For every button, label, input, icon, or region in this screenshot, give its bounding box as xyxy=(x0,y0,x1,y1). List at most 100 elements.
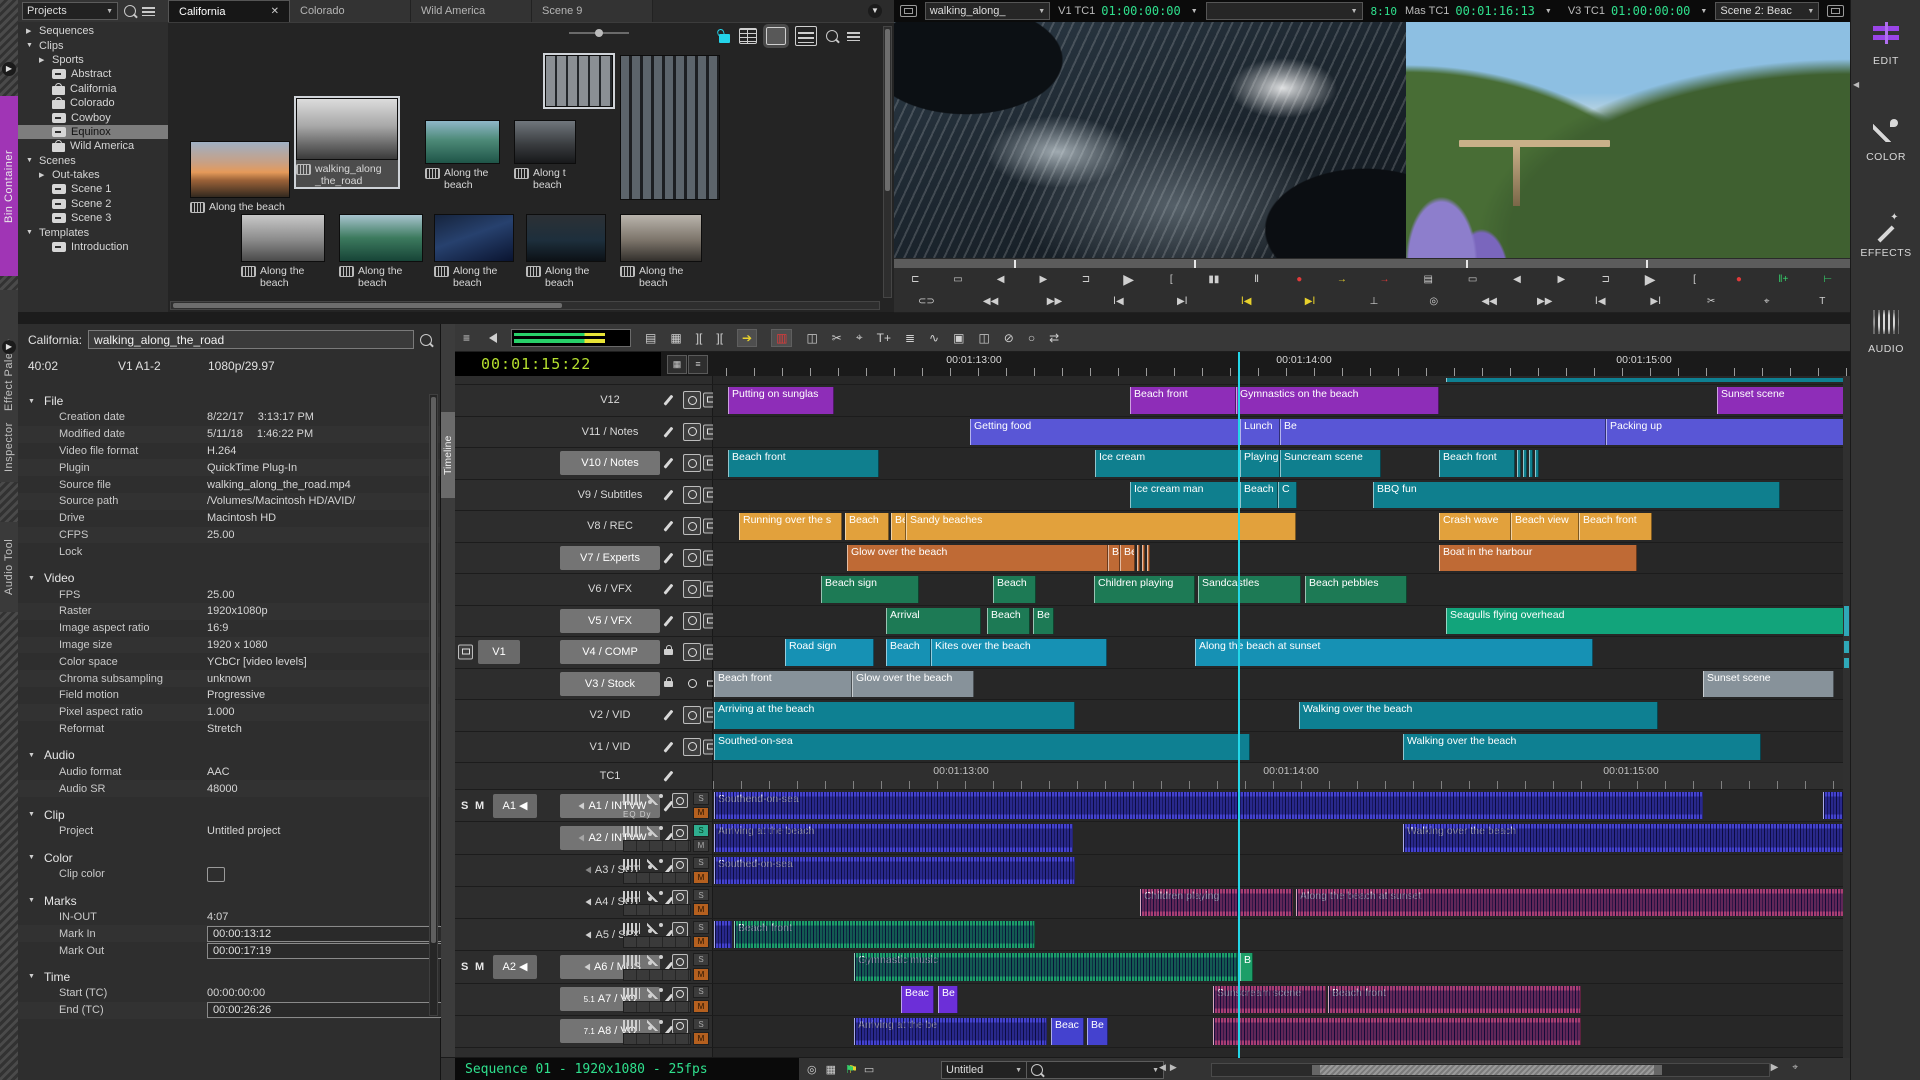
track-header-a2[interactable]: A2 / INTVWSM xyxy=(455,822,713,853)
track-content-v11[interactable]: Getting foodLunchBePacking up xyxy=(713,417,1850,448)
transport-[interactable]: ⊏ xyxy=(907,274,923,285)
clip-walking-over-the-beach[interactable]: Walking over the beach xyxy=(1403,824,1844,851)
clip-card-along-the-beach[interactable]: Along the beach xyxy=(434,214,514,289)
track-content-a4[interactable]: Children playingAlong the beach at sunse… xyxy=(713,887,1850,918)
panel-expand-button-2[interactable]: ▶ xyxy=(2,340,16,354)
clip-segment[interactable] xyxy=(1523,450,1527,477)
pencil-icon[interactable] xyxy=(663,489,673,500)
patch-button[interactable]: A1◀ xyxy=(493,794,537,818)
inspector-tab[interactable]: Inspector xyxy=(0,412,18,482)
clip-beach-front[interactable]: Beach front xyxy=(1579,513,1652,540)
clip-beach-front[interactable]: Beach front xyxy=(734,921,1035,948)
clip-playing[interactable]: Playing xyxy=(1240,450,1280,477)
toolbar-icon-[interactable]: ✂ xyxy=(832,331,842,345)
toolbar-icon-[interactable]: ○ xyxy=(1028,331,1035,345)
clip-be[interactable]: Be xyxy=(1120,545,1135,572)
track-power-icon[interactable] xyxy=(683,423,701,441)
automation-icon[interactable] xyxy=(647,826,664,837)
track-header-v5[interactable]: V5 / VFX xyxy=(455,606,713,637)
track-header-a8[interactable]: 7.1A8 / VOSM xyxy=(455,1016,713,1047)
clip-along-the-beach-at-sunset[interactable]: Along the beach at sunset xyxy=(1195,639,1593,666)
mute-mini-button[interactable]: M xyxy=(693,839,709,852)
track-name-button[interactable]: V9 / Subtitles xyxy=(560,483,660,507)
bin-tree-item-abstract[interactable]: Abstract xyxy=(18,67,168,81)
track-header-v1[interactable]: V1 / VID xyxy=(455,732,713,763)
track-header-v7[interactable]: V7 / Experts xyxy=(455,543,713,574)
transport-[interactable]: [ xyxy=(1687,274,1703,285)
track-content-v12[interactable]: Putting on sunglasBeach frontGymnastics … xyxy=(713,385,1850,416)
pencil-icon[interactable] xyxy=(663,552,673,563)
clip-beach[interactable]: Beach xyxy=(987,608,1030,635)
inspector-search-icon[interactable] xyxy=(420,334,432,346)
transport--red[interactable]: → xyxy=(1377,274,1393,285)
section-header[interactable]: ▼Video xyxy=(18,570,440,586)
patch-button[interactable]: V1 xyxy=(478,640,520,664)
track-power-icon[interactable] xyxy=(683,643,701,661)
bin-tree-item-scenes[interactable]: ▼Scenes xyxy=(18,154,168,168)
mute-mini-button[interactable]: M xyxy=(693,871,709,884)
toolbar-icon-[interactable]: ≡ xyxy=(463,331,470,345)
track-content-a2[interactable]: Arriving at the beachWalking over the be… xyxy=(713,822,1850,853)
disclosure-triangle-icon[interactable]: ▶ xyxy=(39,171,47,179)
waveform-icon[interactable] xyxy=(623,955,640,966)
automation-icon[interactable] xyxy=(647,1020,664,1031)
track-header-a3[interactable]: A3 / SOTSM xyxy=(455,855,713,886)
clip-getting-food[interactable]: Getting food xyxy=(970,419,1240,446)
transport-[interactable]: ⊂⊃ xyxy=(918,296,935,307)
bin-tree-item-cowboy[interactable]: Cowboy xyxy=(18,110,168,124)
pencil-icon[interactable] xyxy=(663,395,673,406)
waveform-icon[interactable] xyxy=(623,1020,640,1031)
bin-tree-item-sequences[interactable]: ▶Sequences xyxy=(18,24,168,38)
timeline-search-box[interactable]: ▼ xyxy=(1026,1061,1164,1079)
clip-arrival[interactable]: Arrival xyxy=(886,608,981,635)
project-selector[interactable]: Projects▼ xyxy=(22,2,118,20)
track-name-button[interactable]: V10 / Notes xyxy=(560,451,660,475)
track-header-a7[interactable]: 5.1A7 / VOSM xyxy=(455,984,713,1015)
transport-[interactable]: ✂ xyxy=(1703,296,1719,307)
bin-tab-wild-america[interactable]: Wild America xyxy=(411,0,532,22)
clip-card-along-the-beach[interactable]: Along the beach xyxy=(190,141,290,213)
close-icon[interactable]: ✕ xyxy=(271,6,279,17)
disclosure-triangle-icon[interactable]: ▼ xyxy=(28,398,36,405)
track-header-v10[interactable]: V10 / Notes xyxy=(455,448,713,479)
solo-mini-button[interactable]: S xyxy=(693,857,709,870)
clip-glow-over-the-beach[interactable]: Glow over the beach xyxy=(852,671,974,698)
solo-button[interactable]: S xyxy=(461,961,468,973)
track-content-tc1[interactable]: 00:01:13:0000:01:14:0000:01:15:00 xyxy=(713,763,1850,789)
timecode-v1-tc1[interactable]: V1 TC101:00:00:00▼ xyxy=(1058,4,1198,18)
workspace-edit[interactable]: EDIT xyxy=(1851,22,1920,67)
pencil-icon[interactable] xyxy=(663,615,673,626)
property-input[interactable]: 00:00:26:26 xyxy=(207,1002,447,1018)
toolbar-icon-[interactable]: ∿ xyxy=(929,331,939,345)
speaker-icon[interactable] xyxy=(581,963,590,970)
clip-segment[interactable] xyxy=(714,921,732,948)
bin-tree-item-california[interactable]: California xyxy=(18,82,168,96)
speaker-icon-muted[interactable] xyxy=(582,867,591,874)
transport-[interactable]: ▤ xyxy=(1420,274,1436,285)
clip-card-along-the-beach[interactable]: Along the beach xyxy=(620,214,702,289)
solo-mini-button[interactable]: S xyxy=(693,792,709,805)
transport-[interactable]: ⌖ xyxy=(1759,296,1775,307)
bin-tree-item-wild-america[interactable]: Wild America xyxy=(18,139,168,153)
clip-beach-front[interactable]: Beach front xyxy=(1439,450,1515,477)
pencil-icon[interactable] xyxy=(663,584,673,595)
toolbar-icon-t[interactable]: T+ xyxy=(877,331,891,345)
transport-[interactable]: ▮▮ xyxy=(1206,274,1222,285)
track-header-v12[interactable]: V12 xyxy=(455,385,713,416)
clip-gymnastic-music[interactable]: Gymnastic music xyxy=(854,953,1238,980)
pencil-icon[interactable] xyxy=(663,426,673,437)
transport-[interactable]: ▶Ⅰ xyxy=(1648,296,1664,307)
flag-icon[interactable]: ⚑ xyxy=(845,1063,855,1076)
clip-beach-front[interactable]: Beach front xyxy=(714,671,852,698)
track-power-icon[interactable] xyxy=(683,549,701,567)
clip-segment[interactable] xyxy=(1137,545,1140,572)
track-header-a6[interactable]: A6 / MUSSMA2◀SM xyxy=(455,951,713,982)
clip-beach[interactable]: Beach xyxy=(993,576,1036,603)
clip-road-sign[interactable]: Road sign xyxy=(785,639,874,666)
transport-[interactable]: Ⅰ◀ xyxy=(1110,296,1126,307)
track-power-icon[interactable] xyxy=(683,486,701,504)
track-content-v7[interactable]: Glow over the beachBBeBoat in the harbou… xyxy=(713,543,1850,574)
linked-clip-icon[interactable] xyxy=(900,5,917,17)
transport-[interactable]: ⊐ xyxy=(1078,274,1094,285)
track-content-v9[interactable]: Ice cream manBeachCBBQ fun xyxy=(713,480,1850,511)
